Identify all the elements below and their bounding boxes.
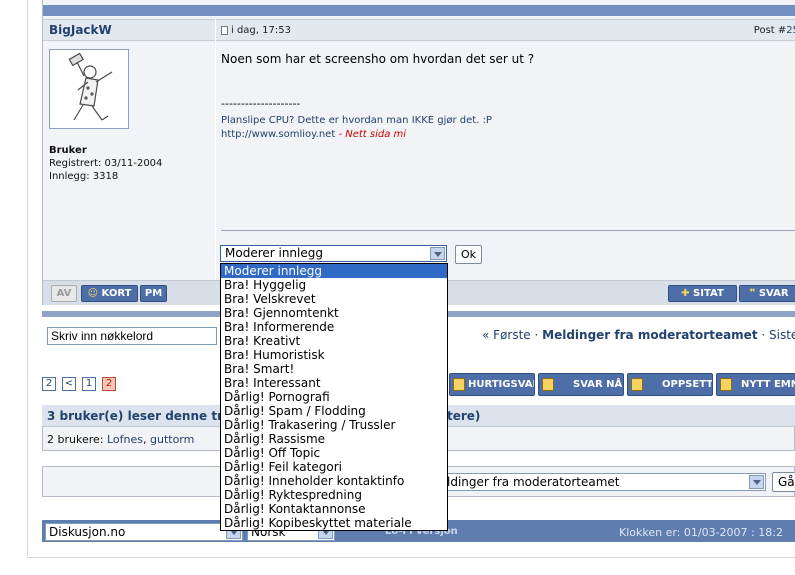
quote-marks-icon: ❞ [749,288,759,299]
moderation-option[interactable]: Dårlig! Kontaktannonse [221,502,447,516]
active-readers-title: 3 bruker(e) leser denne tr [47,409,223,423]
quote-button[interactable]: ✚ SITAT [668,285,737,302]
forum-jump-select[interactable]: ldinger fra moderatorteamet [446,473,766,491]
new-topic-label: NYTT EMNE [741,379,795,390]
user-icon: ☺ [87,288,102,299]
pager-page-1[interactable]: 1 [82,377,96,391]
nav-separator: · [757,328,770,342]
reader-comma: , [142,433,150,446]
moderation-option[interactable]: Dårlig! Pornografi [221,390,447,404]
post-number-label: Post # [753,25,787,36]
page-frame-bottom [27,557,795,558]
search-input[interactable] [47,327,217,345]
new-topic-icon [720,378,732,391]
pager-page-current[interactable]: 2 [102,377,116,391]
quote-label: SITAT [693,288,724,299]
nav-separator: · [530,328,543,342]
post-date: i dag, 17:53 [221,25,291,36]
document-icon [221,26,228,35]
post-number-link[interactable]: 25 [786,25,795,36]
moderation-option[interactable]: Bra! Smart! [221,362,447,376]
moderation-ok-button[interactable]: Ok [455,245,482,264]
reply-button[interactable]: ❞ SVAR [739,285,795,302]
moderation-option[interactable]: Bra! Velskrevet [221,292,447,306]
moderation-option[interactable]: Dårlig! Feil kategori [221,460,447,474]
user-card-label: KORT [101,288,132,299]
style-select[interactable]: Diskusjon.no [45,523,243,541]
av-button[interactable]: AV [51,285,77,302]
reply-now-button[interactable]: SVAR NÅ [538,373,624,396]
forum-jump-value: ldinger fra moderatorteamet [447,475,620,489]
moderation-option[interactable]: Dårlig! Off Topic [221,446,447,460]
post-number: Post #25 [754,25,795,36]
moderation-select-value: Moderer innlegg [225,246,323,260]
moderation-option[interactable]: Bra! Interessant [221,376,447,390]
moderation-option[interactable]: Dårlig! Rassisme [221,432,447,446]
setup-label: OPPSETT [662,379,713,390]
moderation-option[interactable]: Bra! Hyggelig [221,278,447,292]
new-topic-button[interactable]: NYTT EMNE [716,373,795,396]
reader-link[interactable]: guttorm [150,433,194,446]
user-rank: Bruker [49,145,87,156]
moderation-divider [221,230,795,231]
moderation-option[interactable]: Bra! Gjennomtenkt [221,306,447,320]
signature-line[interactable]: Planslipe CPU? Dette er hvordan man IKKE… [221,115,492,126]
style-select-value: Diskusjon.no [49,525,126,539]
user-card-button[interactable]: ☺ KORT [81,285,138,302]
reply-icon [542,378,554,391]
user-post-count: Innlegg: 3318 [49,171,119,182]
moderation-dropdown-list[interactable]: Moderer innlegg Bra! Hyggelig Bra! Velskre… [220,263,448,531]
post-column-divider [215,19,216,305]
forum-jump-go-button[interactable]: Gå [772,472,795,492]
nav-last-link[interactable]: Siste » [769,328,795,342]
avatar-figure-icon [68,52,113,121]
reader-link[interactable]: Lofnes [107,433,143,446]
post-header [43,19,795,41]
topic-navigation: « Første · Meldinger fra moderatorteamet… [482,328,795,342]
moderation-option[interactable]: Bra! Informerende [221,320,447,334]
reply-icon [453,378,465,391]
signature-tagline: Nett sida mi [345,129,407,140]
signature-dash: - [335,129,346,140]
reply-now-label: SVAR NÅ [573,379,623,390]
moderation-option[interactable]: Moderer innlegg [221,264,447,278]
active-readers-prefix: 2 brukere: [47,433,107,446]
post-date-text: i dag, 17:53 [231,25,291,36]
page-frame-left [27,0,28,557]
pager-prev[interactable]: < [62,377,76,391]
nav-first-link[interactable]: « Første [482,328,531,342]
moderation-option[interactable]: Dårlig! Ryktespredning [221,488,447,502]
setup-button[interactable]: OPPSETT [627,373,713,396]
clock-text: Klokken er: 01/03-2007 : 18:2 [619,526,783,539]
pm-button[interactable]: PM [140,285,167,302]
signature-separator: -------------------- [221,97,301,110]
chevron-down-icon[interactable] [430,247,445,260]
active-readers-title-tail: tere) [447,409,481,423]
moderation-select[interactable]: Moderer innlegg [220,245,447,262]
signature-url[interactable]: http://www.somlioy.net [221,129,335,140]
post-author[interactable]: BigJackW [49,23,112,37]
active-readers-list: 2 brukere: Lofnes, guttorm [47,433,194,446]
user-info: Bruker Registrert: 03/11-2004 Innlegg: 3… [49,144,162,183]
quick-reply-label: HURTIGSVAR [468,379,535,390]
post-body: Noen som har et screensho om hvordan det… [221,52,535,66]
pager-total[interactable]: 2 [42,377,56,391]
reply-label: SVAR [758,288,789,299]
plus-icon: ✚ [681,288,694,299]
quick-reply-button[interactable]: HURTIGSVAR [449,373,535,396]
moderation-option[interactable]: Dårlig! Kopibeskyttet materiale [221,516,447,530]
chevron-down-icon[interactable] [749,475,764,489]
avatar [49,49,129,129]
moderation-option[interactable]: Bra! Humoristisk [221,348,447,362]
moderation-option[interactable]: Dårlig! Inneholder kontaktinfo [221,474,447,488]
moderation-option[interactable]: Dårlig! Trakasering / Trussler [221,418,447,432]
moderation-option[interactable]: Dårlig! Spam / Flodding [221,404,447,418]
post-top-bar [43,5,795,16]
user-registered: Registrert: 03/11-2004 [49,158,163,169]
moderation-option[interactable]: Bra! Kreativt [221,334,447,348]
settings-icon [631,378,643,391]
signature-link-line: http://www.somlioy.net - Nett sida mi [221,129,406,140]
nav-forum-link[interactable]: Meldinger fra moderatorteamet [542,328,757,342]
